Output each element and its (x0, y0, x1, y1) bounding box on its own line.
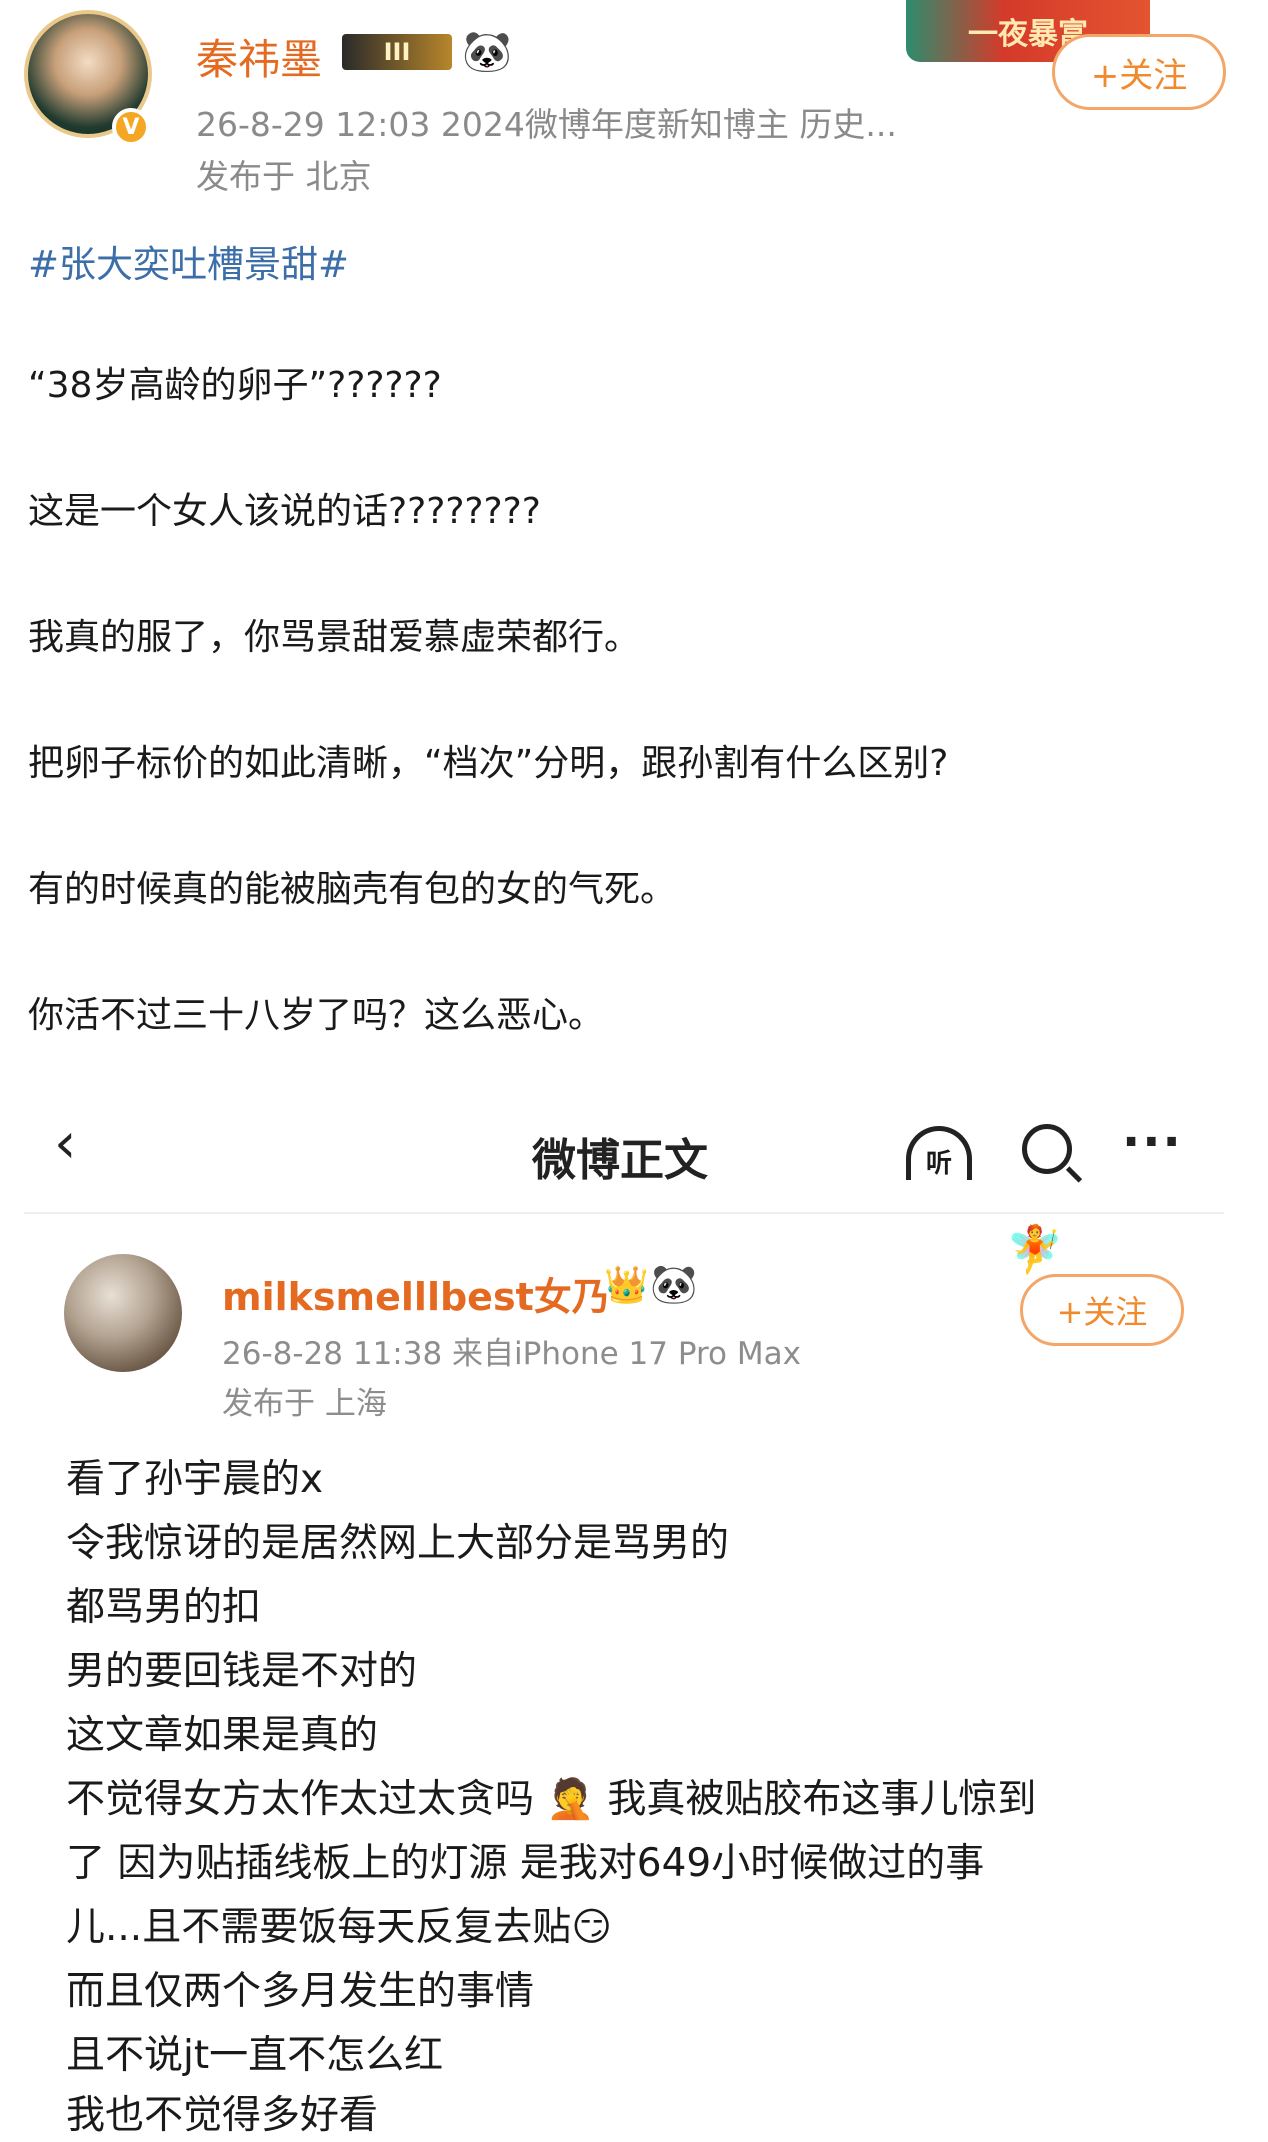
embed-post-line: 了 因为贴插线板上的灯源 是我对649小时候做过的事 (66, 1841, 985, 1886)
verified-badge-icon: V (112, 108, 150, 146)
level-badge: III (342, 34, 452, 70)
post-line: 我真的服了，你骂景甜爱慕虚荣都行。 (28, 617, 641, 658)
post-location: 发布于 北京 (196, 157, 372, 196)
user-name[interactable]: 秦祎墨 (196, 26, 322, 87)
divider (24, 1212, 1224, 1214)
panda-icon: 🐼 (462, 29, 512, 75)
embed-page-title: 微博正文 (532, 1135, 708, 1186)
level-badge-label: III (383, 38, 411, 66)
post-line: 这是一个女人该说的话???????? (28, 491, 541, 532)
listen-label: 听 (925, 1149, 952, 1179)
embed-follow-button[interactable]: +关注 (1020, 1274, 1184, 1346)
post-line: 有的时候真的能被脑壳有包的女的气死。 (28, 869, 677, 910)
embed-post-line: 男的要回钱是不对的 (66, 1649, 418, 1694)
embed-post-line: 看了孙宇晨的x (66, 1457, 324, 1502)
post-line: 你活不过三十八岁了吗？这么恶心。 (28, 995, 605, 1036)
embed-post-line: 令我惊讶的是居然网上大部分是骂男的 (66, 1521, 730, 1566)
embed-post-location: 发布于 上海 (222, 1386, 387, 1422)
embed-post-line: 这文章如果是真的 (66, 1713, 379, 1758)
search-icon[interactable] (1022, 1124, 1072, 1174)
post-meta: 26-8-29 12:03 2024微博年度新知博主 历史... (196, 105, 897, 144)
post-line: “38岁高龄的卵子”?????? (28, 365, 442, 406)
more-icon[interactable]: ··· (1122, 1114, 1183, 1170)
post-line: 把卵子标价的如此清晰，“档次”分明，跟孙割有什么区别? (28, 743, 949, 784)
follow-button[interactable]: +关注 (1052, 34, 1226, 110)
embed-post-line: 不觉得女方太作太过太贪吗 🤦 我真被贴胶布这事儿惊到 (66, 1777, 1037, 1822)
embedded-screenshot[interactable]: ‹ 微博正文 听 ··· milksmelllbest女乃 👑 🐼 26-8-2… (24, 1084, 1244, 2142)
topic-hashtag-link[interactable]: #张大奕吐槽景甜# (28, 234, 349, 288)
panda-icon: 🐼 (650, 1262, 698, 1306)
back-arrow-icon[interactable]: ‹ (54, 1116, 76, 1172)
embed-post-line: 而且仅两个多月发生的事情 (66, 1969, 535, 2014)
embed-post-line: 儿...且不需要饭每天反复去贴😏 (66, 1905, 612, 1950)
embed-post-line: 都骂男的扣 (66, 1585, 262, 1630)
embed-user-name[interactable]: milksmelllbest女乃 (222, 1266, 610, 1321)
embed-post-line: 我也不觉得多好看 (66, 2093, 379, 2138)
embed-avatar[interactable] (64, 1254, 182, 1372)
decoration-icon: 🧚 (1006, 1222, 1064, 1276)
crown-icon: 👑 (604, 1265, 649, 1306)
embed-post-meta: 26-8-28 11:38 来自iPhone 17 Pro Max (222, 1336, 801, 1372)
embed-post-line: 且不说jt一直不怎么红 (66, 2033, 444, 2078)
headphones-listen-icon[interactable]: 听 (906, 1126, 972, 1180)
